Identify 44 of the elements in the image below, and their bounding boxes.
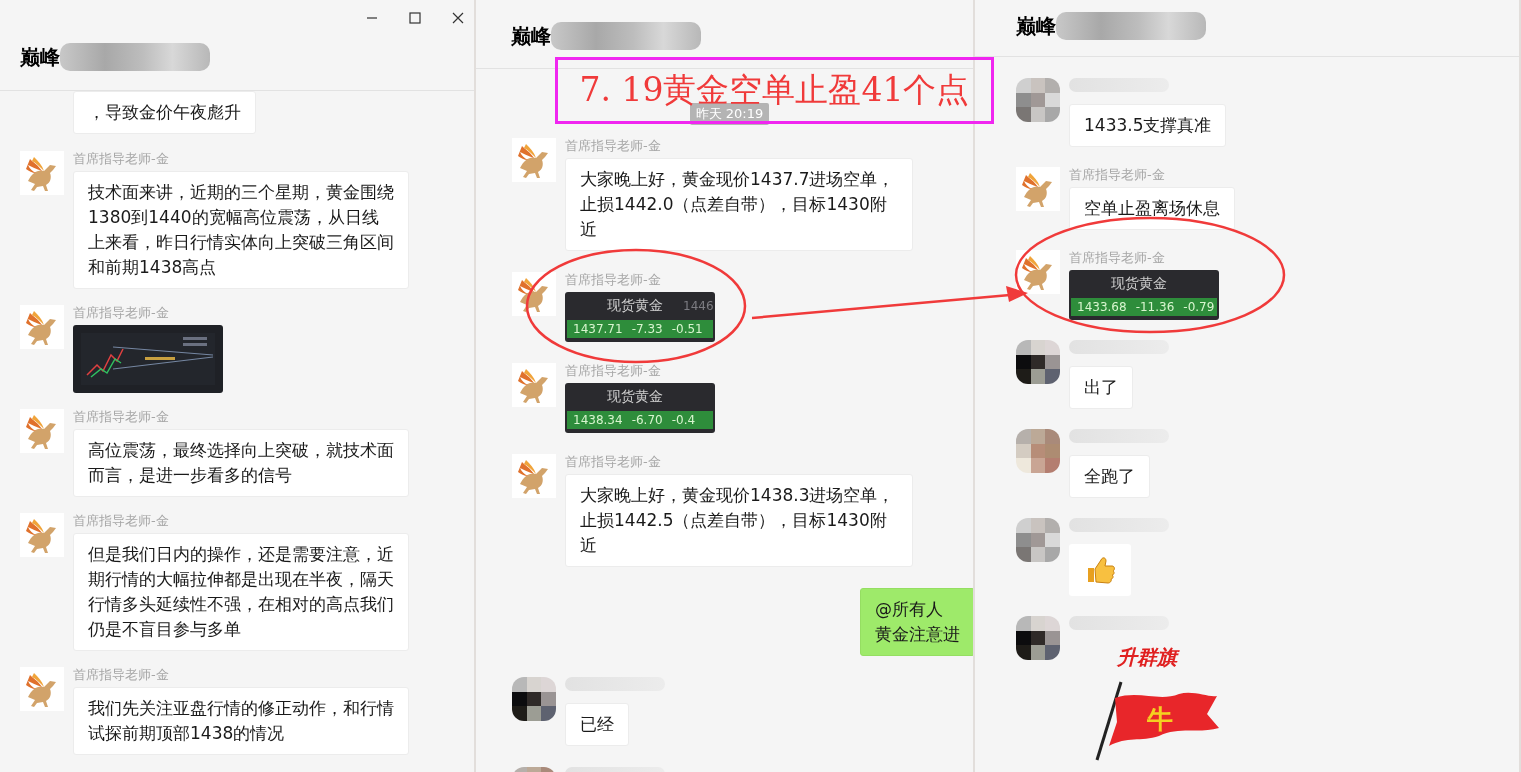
sender-name: 首席指导老师-金 bbox=[565, 363, 661, 379]
mention-text: @所有人 bbox=[875, 598, 944, 621]
flag-symbol: 牛 bbox=[1147, 704, 1173, 734]
sender-name: 首席指导老师-金 bbox=[1069, 167, 1165, 183]
sender-name: 首席指导老师-金 bbox=[73, 151, 169, 167]
message-text: 黄金注意进 bbox=[875, 623, 960, 646]
chat-title: 巅峰 bbox=[511, 22, 551, 50]
message-bubble: 高位震荡，最终选择向上突破，就技术面而言，是进一步看多的信号 bbox=[73, 429, 409, 497]
price-value: 1433.68 bbox=[1077, 300, 1127, 314]
sender-name: 首席指导老师-金 bbox=[565, 138, 661, 154]
message-bubble: ，导致金价午夜彪升 bbox=[73, 91, 256, 134]
chat-title: 巅峰 bbox=[1016, 12, 1056, 40]
close-icon[interactable] bbox=[451, 11, 465, 25]
message-bubble: 大家晚上好，黄金现价1438.3进场空单，止损1442.5（点差自带），目标1430附近 bbox=[565, 474, 913, 567]
percent-value: -0.79 bbox=[1183, 300, 1215, 314]
chat-title: 巅峰 bbox=[20, 43, 60, 71]
percent-value: -0.51 bbox=[671, 322, 703, 336]
percent-value: -0.4 bbox=[671, 413, 696, 427]
change-value: -6.70 bbox=[631, 413, 663, 427]
message-bubble: 技术面来讲，近期的三个星期，黄金围绕1380到1440的宽幅高位震荡，从日线上来看，昨日行情实体向上突破三角区间和前期1438高点 bbox=[73, 171, 409, 289]
message-bubble: 已经 bbox=[565, 703, 629, 746]
change-value: -11.36 bbox=[1135, 300, 1175, 314]
sender-name: 首席指导老师-金 bbox=[73, 513, 169, 529]
price-value: 1437.71 bbox=[573, 322, 623, 336]
message-bubble: 空单止盈离场休息 bbox=[1069, 187, 1235, 230]
message-bubble: 出了 bbox=[1069, 366, 1133, 409]
price-value: 1438.34 bbox=[573, 413, 623, 427]
quote-name: 现货黄金 bbox=[607, 297, 663, 315]
quote-name: 现货黄金 bbox=[607, 388, 663, 406]
sender-name: 首席指导老师-金 bbox=[1069, 250, 1165, 266]
maximize-icon[interactable] bbox=[408, 11, 422, 25]
sender-name: 首席指导老师-金 bbox=[565, 272, 661, 288]
message-bubble: 1433.5支撑真准 bbox=[1069, 104, 1227, 147]
message-bubble: 大家晚上好，黄金现价1437.7进场空单，止损1442.0（点差自带），目标1430附近 bbox=[565, 158, 913, 251]
quote-name: 现货黄金 bbox=[1111, 275, 1167, 293]
message-bubble: 我们先关注亚盘行情的修正动作，和行情试探前期顶部1438的情况 bbox=[73, 687, 409, 755]
quote-value: 1446 bbox=[683, 299, 714, 313]
message-bubble: 全跑了 bbox=[1069, 455, 1150, 498]
change-value: -7.33 bbox=[631, 322, 663, 336]
message-bubble: 但是我们日内的操作，还是需要注意，近期行情的大幅拉伸都是出现在半夜，隔天行情多头延续性不强，在相对的高点我们仍是不盲目参与多单 bbox=[73, 533, 409, 651]
sender-name: 首席指导老师-金 bbox=[565, 454, 661, 470]
sender-name: 首席指导老师-金 bbox=[73, 667, 169, 683]
sender-name: 首席指导老师-金 bbox=[73, 409, 169, 425]
sender-name: 首席指导老师-金 bbox=[73, 305, 169, 321]
